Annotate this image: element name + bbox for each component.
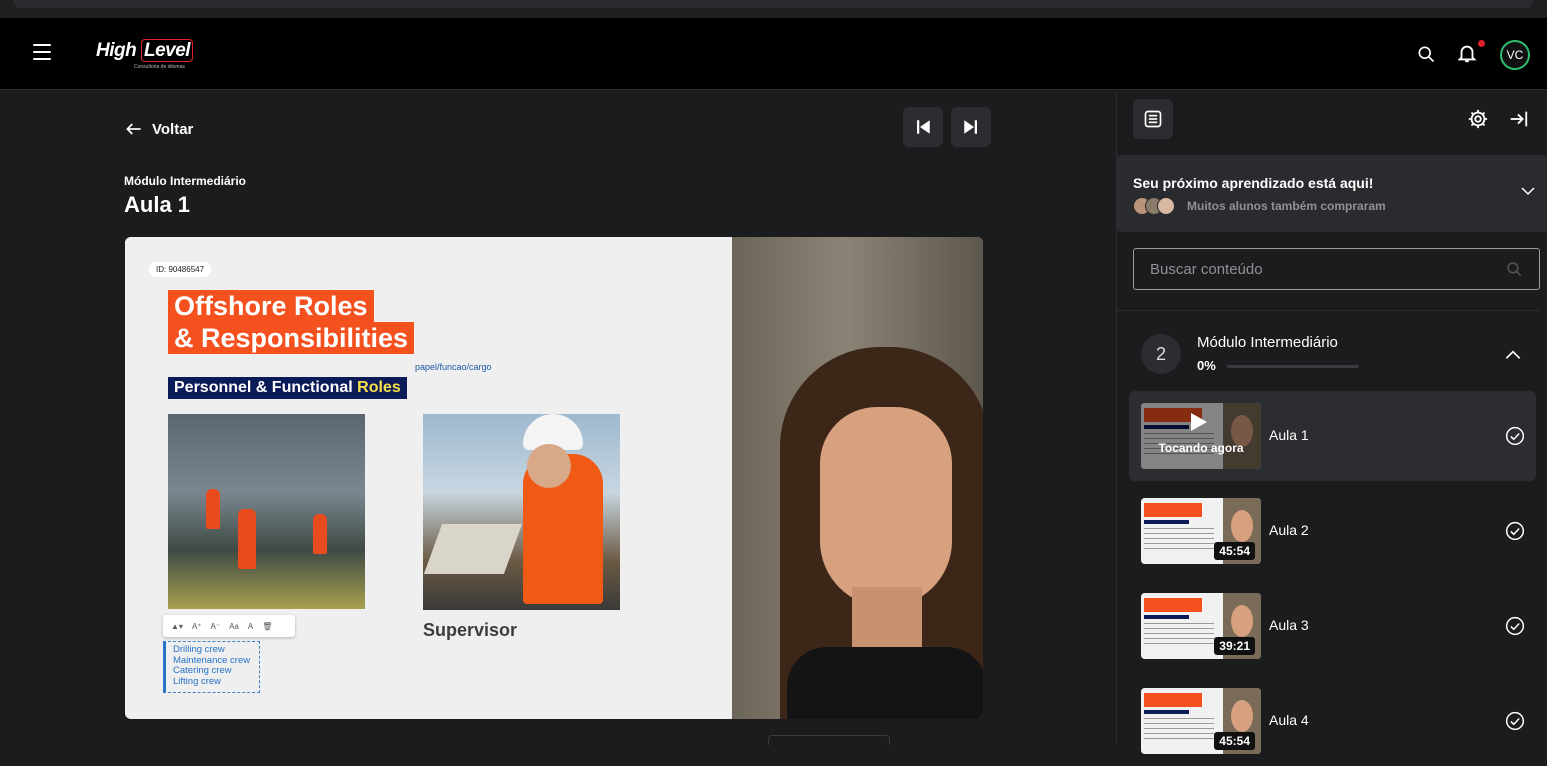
slide-id-label: ID: 90486547 <box>149 262 212 277</box>
student-avatars <box>1133 197 1175 215</box>
font-size-up-icon: A⁺ <box>191 621 202 631</box>
check-circle-icon[interactable] <box>1505 616 1525 636</box>
bell-icon[interactable] <box>1456 42 1478 64</box>
video-player[interactable]: ID: 90486547 Offshore Roles & Responsibi… <box>125 237 983 719</box>
arrow-left-icon <box>126 123 141 135</box>
divider <box>1117 310 1540 311</box>
lesson-duration: 45:54 <box>1214 732 1255 750</box>
logo-subtitle: Consultoria de idiomas <box>134 64 185 70</box>
check-circle-icon[interactable] <box>1505 426 1525 446</box>
lesson-duration: 45:54 <box>1214 542 1255 560</box>
skip-next-icon <box>964 120 977 134</box>
gear-icon[interactable] <box>1467 108 1489 130</box>
course-sidebar: Seu próximo aprendizado está aqui! Muito… <box>1116 91 1547 754</box>
previous-lesson-button[interactable] <box>903 107 943 147</box>
chevron-up-icon[interactable] <box>1503 345 1523 365</box>
instructor-webcam <box>732 237 983 719</box>
slide-caption: Supervisor <box>423 620 518 640</box>
lesson-item-aula-3[interactable]: 39:21 Aula 3 <box>1129 581 1536 671</box>
back-button[interactable]: Voltar <box>124 119 193 139</box>
lesson-name: Aula 1 <box>1269 427 1309 443</box>
list-item: Catering crew <box>173 665 232 676</box>
logo-wordmark: High Level <box>96 39 196 62</box>
offshore-crew-photo <box>168 414 365 609</box>
text-format-toolbar: ▲▾ A⁺ A⁻ Aa A 🗑 <box>163 615 295 637</box>
check-circle-icon[interactable] <box>1505 711 1525 731</box>
slide-band-highlight: Roles <box>357 379 401 396</box>
pen-icon: ▲▾ <box>171 621 183 631</box>
lesson-item-aula-4[interactable]: 45:54 Aula 4 <box>1129 676 1536 766</box>
slide-annotation: papel/funcao/cargo <box>415 362 492 372</box>
list-item: Drilling crew <box>173 644 225 655</box>
page-title: Aula 1 <box>124 192 191 217</box>
search-icon[interactable] <box>1416 44 1436 64</box>
window-top-strip <box>0 0 1547 18</box>
back-label: Voltar <box>152 120 194 138</box>
slide-band: Personnel & Functional Roles <box>168 377 407 399</box>
slide-band-text: Personnel & Functional <box>174 379 353 396</box>
player-controls-tab[interactable] <box>768 735 890 745</box>
module-header[interactable]: 2 Módulo Intermediário 0% <box>1117 327 1540 383</box>
chevron-down-icon[interactable] <box>1519 182 1537 200</box>
play-icon <box>1191 413 1207 431</box>
brand-logo[interactable]: High Level Consultoria de idiomas <box>96 39 196 72</box>
notification-dot <box>1478 40 1485 47</box>
search-icon[interactable] <box>1505 260 1523 278</box>
lesson-name: Aula 2 <box>1269 522 1309 538</box>
lesson-main: Voltar Módulo Intermediário Aula 1 ID: 9… <box>0 91 1116 745</box>
lesson-thumbnail: Tocando agora <box>1141 403 1261 469</box>
menu-icon[interactable] <box>33 44 51 60</box>
text-style-icon: Aa <box>229 621 239 631</box>
lesson-thumbnail: 45:54 <box>1141 498 1261 564</box>
content-search <box>1133 248 1540 290</box>
lesson-duration: 39:21 <box>1214 637 1255 655</box>
trash-icon: 🗑 <box>262 621 273 631</box>
promo-title: Seu próximo aprendizado está aqui! <box>1133 175 1374 191</box>
list-item: Lifting crew <box>173 675 222 687</box>
module-progress-bar <box>1227 365 1359 368</box>
lesson-thumbnail: 39:21 <box>1141 593 1261 659</box>
search-input[interactable] <box>1134 260 1505 278</box>
check-circle-icon[interactable] <box>1505 521 1525 541</box>
user-avatar[interactable]: VC <box>1500 40 1530 70</box>
module-title: Módulo Intermediário <box>1197 334 1338 351</box>
slide-title-line2: & Responsibilities <box>168 322 415 354</box>
top-header: High Level Consultoria de idiomas VC <box>0 18 1547 90</box>
skip-previous-icon <box>917 120 930 134</box>
recommendation-banner[interactable]: Seu próximo aprendizado está aqui! Muito… <box>1117 155 1547 232</box>
lesson-item-aula-2[interactable]: 45:54 Aula 2 <box>1129 486 1536 576</box>
presentation-slide: ID: 90486547 Offshore Roles & Responsibi… <box>125 237 732 719</box>
module-number: 2 <box>1141 334 1181 374</box>
slide-title-line1: Offshore Roles <box>168 290 374 322</box>
crew-list: Drilling crew Maintenance crew Catering … <box>163 641 260 693</box>
promo-subtitle: Muitos alunos também compraram <box>1187 199 1386 213</box>
list-icon <box>1144 110 1162 128</box>
lesson-thumbnail: 45:54 <box>1141 688 1261 754</box>
breadcrumb: Módulo Intermediário <box>124 174 247 188</box>
lesson-item-aula-1[interactable]: Tocando agora Aula 1 <box>1129 391 1536 481</box>
lesson-name: Aula 3 <box>1269 617 1309 633</box>
supervisor-photo <box>423 414 620 610</box>
next-lesson-button[interactable] <box>951 107 991 147</box>
collapse-sidebar-icon[interactable] <box>1507 108 1529 130</box>
lesson-name: Aula 4 <box>1269 712 1309 728</box>
text-clear-icon: A <box>247 621 254 631</box>
font-size-down-icon: A⁻ <box>210 621 221 631</box>
module-progress-label: 0% <box>1197 358 1216 373</box>
content-list-button[interactable] <box>1133 99 1173 139</box>
now-playing-label: Tocando agora <box>1158 441 1244 455</box>
